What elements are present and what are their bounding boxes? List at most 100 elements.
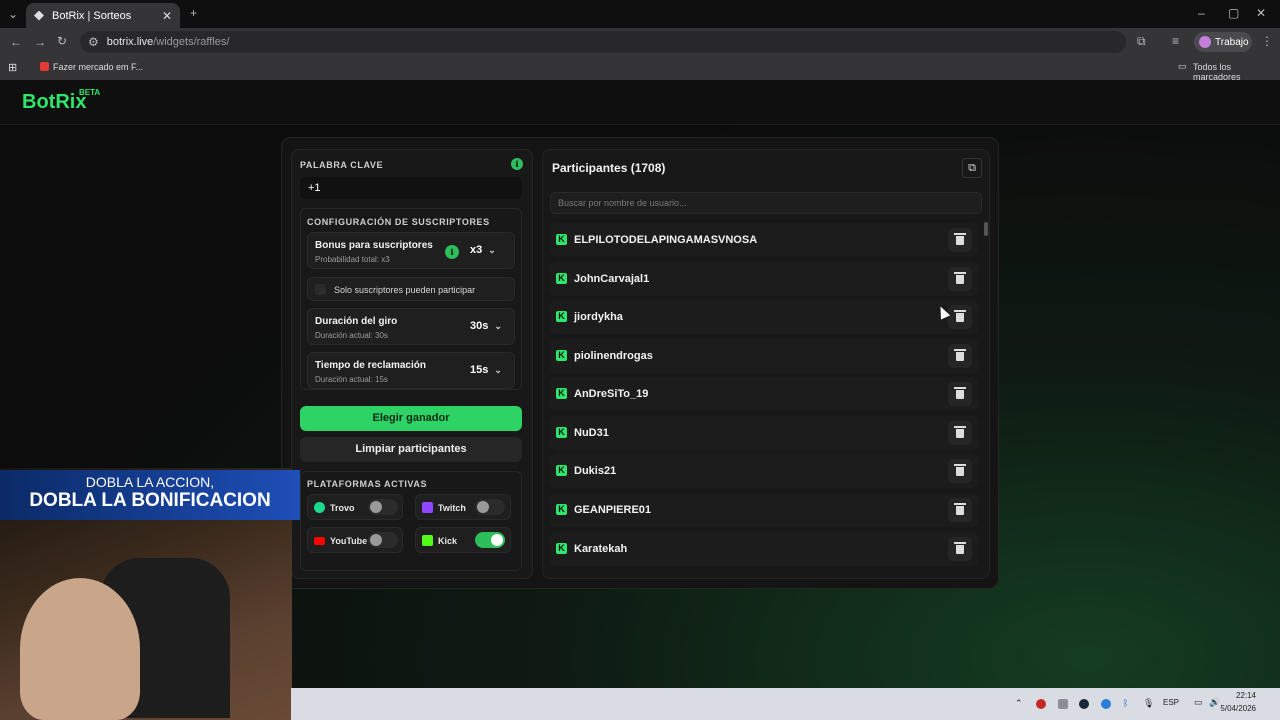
claim-select[interactable]: 15s ⌄ [470,364,502,376]
clock-time[interactable]: 22:14 [1230,691,1256,700]
kick-icon: K [556,350,567,361]
participant-name: jiordykha [574,311,623,323]
delete-participant-button[interactable] [948,537,972,561]
only-subs-row[interactable]: Solo suscriptores pueden participar [307,277,515,301]
tray-chevron-icon[interactable]: ⌃ [1015,698,1023,709]
all-bookmarks[interactable]: Todos los marcadores [1193,62,1280,82]
banner-line-2: DOBLA LA BONIFICACION [29,490,271,511]
spin-value: 30s [470,320,489,332]
close-tab-icon[interactable]: ✕ [162,9,172,23]
forward-icon[interactable]: → [34,35,46,49]
youtube-label: YouTube [330,536,368,546]
avatar [1199,36,1211,48]
bonus-value: x3 [470,244,483,256]
language-indicator[interactable]: ESP [1163,698,1179,707]
only-subs-checkbox[interactable] [315,284,326,295]
apps-grid-icon[interactable]: ⊞ [8,61,17,74]
clock-date[interactable]: 5/04/2026 [1218,704,1256,713]
claim-subtitle: Duración actual: 15s [315,375,388,384]
list-item: K Dukis21 [550,454,978,488]
botrix-logo[interactable]: BotRix [22,91,86,114]
twitch-toggle[interactable] [475,499,505,515]
trovo-icon [314,502,325,513]
trash-icon [954,348,966,361]
trovo-toggle[interactable] [368,499,398,515]
bookmarks-bar: ⊞ Fazer mercado em F... ▭ Todos los marc… [0,56,1280,82]
participants-title: Participantes (1708) [552,161,666,175]
chevron-down-icon: ⌄ [494,365,502,375]
tab-search-icon[interactable]: ⌄ [8,7,18,21]
twitch-icon [422,502,433,513]
keyword-input[interactable]: +1 [300,177,522,199]
trash-icon [954,309,966,322]
kick-icon: K [556,388,567,399]
youtube-toggle[interactable] [368,532,398,548]
kick-toggle[interactable] [475,532,505,548]
tray-sync-icon[interactable] [1101,699,1111,709]
profile-button[interactable]: Trabajo [1194,32,1252,52]
bookmark-item[interactable]: Fazer mercado em F... [53,62,143,72]
spin-select[interactable]: 30s ⌄ [470,320,502,332]
promo-banner: DOBLA LA ACCION, DOBLA LA BONIFICACION [0,470,300,520]
scrollbar[interactable] [984,222,988,236]
copy-icon[interactable]: ⧉ [962,158,982,178]
reading-list-icon[interactable]: ≡ [1172,34,1179,48]
trovo-label: Trovo [330,503,355,513]
profile-name: Trabajo [1215,36,1249,48]
pick-winner-button[interactable]: Elegir ganador [300,406,522,431]
trash-icon [954,425,966,438]
participant-search-input[interactable]: Buscar por nombre de usuario... [550,192,982,214]
microphone-icon[interactable]: 🎙 [1143,698,1154,709]
folder-icon: ▭ [1178,61,1187,71]
participant-name: piolinendrogas [574,350,653,362]
platform-twitch: Twitch [415,494,511,520]
close-window-icon[interactable]: ✕ [1256,6,1266,20]
reload-icon[interactable]: ↻ [57,34,67,48]
delete-participant-button[interactable] [948,344,972,368]
platform-youtube: YouTube [307,527,403,553]
participant-name: Karatekah [574,543,628,555]
clear-participants-button[interactable]: Limpiar participantes [300,437,522,462]
participant-name: JohnCarvajal1 [574,273,650,285]
claim-value: 15s [470,364,489,376]
network-icon[interactable]: ▭ [1194,697,1203,708]
url-path: /widgets/raffles/ [153,36,230,48]
keyword-info-icon[interactable]: i [511,158,523,170]
address-bar[interactable]: ⚙ botrix.live/widgets/raffles/ [80,31,1126,53]
site-info-icon[interactable]: ⚙ [88,35,99,49]
twitch-label: Twitch [438,503,466,513]
trash-icon [954,502,966,515]
list-item: K Karatekah [550,532,978,566]
delete-participant-button[interactable] [948,459,972,483]
list-item: K JohnCarvajal1 [550,262,978,296]
bluetooth-icon[interactable]: ᛒ [1123,698,1128,708]
extensions-icon[interactable]: ⧉ [1137,34,1146,49]
bonus-select[interactable]: x3 ⌄ [470,244,496,256]
chevron-down-icon: ⌄ [488,245,496,255]
bonus-title: Bonus para suscriptores [315,240,433,251]
platforms-label: PLATAFORMAS ACTIVAS [307,479,428,489]
participant-name: Dukis21 [574,465,617,477]
delete-participant-button[interactable] [948,267,972,291]
delete-participant-button[interactable] [948,498,972,522]
trash-icon [954,232,966,245]
bonus-info-icon[interactable]: i [445,245,459,259]
minimize-icon[interactable]: – [1198,6,1205,20]
trash-icon [954,271,966,284]
tray-app-icon[interactable] [1036,699,1046,709]
menu-icon[interactable]: ⋮ [1261,34,1273,48]
beta-badge: BETA [79,88,101,97]
url-host: botrix.live [106,36,154,48]
delete-participant-button[interactable] [948,421,972,445]
tray-shield-icon[interactable] [1058,699,1068,709]
delete-participant-button[interactable] [948,305,972,329]
back-icon[interactable]: ← [10,35,22,49]
delete-participant-button[interactable] [948,228,972,252]
new-tab-icon[interactable]: + [190,6,197,20]
maximize-icon[interactable]: ▢ [1228,6,1239,20]
youtube-icon [314,537,325,545]
delete-participant-button[interactable] [948,382,972,406]
steam-icon[interactable] [1079,699,1089,709]
kick-icon: K [556,543,567,554]
browser-tab[interactable]: BotRix | Sorteos ✕ [26,3,180,28]
